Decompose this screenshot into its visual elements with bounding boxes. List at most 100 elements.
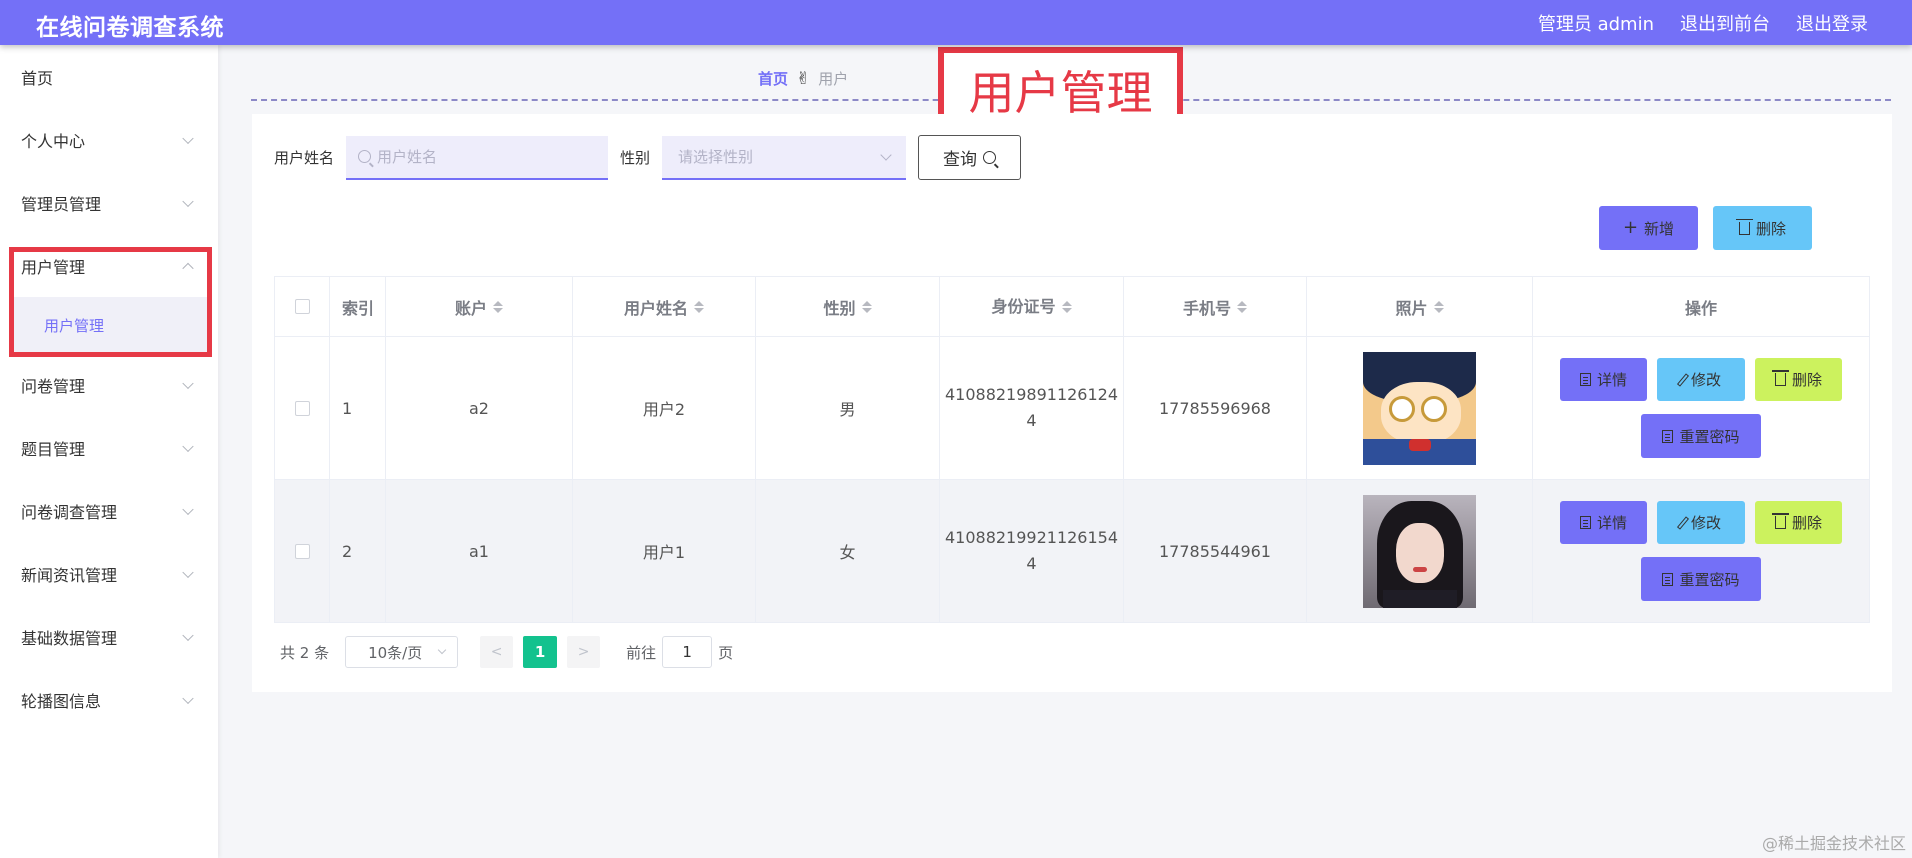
document-icon [1579,516,1591,529]
name-search-input[interactable]: 用户姓名 [346,135,609,180]
header-select-all [274,277,330,336]
cell-index: 2 [330,480,386,622]
submenu-item-user-management[interactable]: 用户管理 [10,297,208,353]
admin-user-label: 管理员 admin [1537,14,1654,35]
cell-gender: 男 [756,337,940,479]
chevron-down-icon [182,440,194,452]
hand-icon: ✌ [796,68,811,89]
back-to-front-link[interactable]: 退出到前台 [1680,10,1770,36]
sort-icon[interactable] [1433,300,1444,313]
reset-password-button[interactable]: 重置密码 [1641,414,1761,458]
cell-account: a1 [386,480,573,622]
row-checkbox[interactable] [294,543,310,559]
id-number-line: 41088219891126124 [944,385,1119,404]
header-phone-label: 手机号 [1182,298,1231,318]
delete-button[interactable]: 删除 [1755,501,1842,544]
header-phone[interactable]: 手机号 [1124,277,1307,336]
sort-icon[interactable] [861,300,872,313]
chevron-right-icon: > [577,644,590,660]
header-photo-label: 照片 [1395,298,1428,318]
sidebar-item-base-data-management[interactable]: 基础数据管理 [0,605,218,668]
gender-select[interactable]: 请选择性别 [662,135,907,180]
header-photo[interactable]: 照片 [1307,277,1533,336]
add-button[interactable]: + 新增 [1599,206,1698,250]
detail-button[interactable]: 详情 [1560,358,1647,401]
main-panel: 用户姓名 用户姓名 性别 请选择性别 查询 + 新增 删除 索引 账户 用户姓名… [252,114,1892,692]
edit-button[interactable]: 修改 [1657,501,1745,544]
detail-button-label: 详情 [1596,514,1627,532]
add-button-label: 新增 [1644,219,1675,238]
search-bar: 用户姓名 用户姓名 性别 请选择性别 查询 [274,135,1022,180]
header-account[interactable]: 账户 [386,277,573,336]
sidebar-item-questionnaire-management[interactable]: 问卷管理 [0,353,218,416]
app-title: 在线问卷调查系统 [36,15,224,41]
pen-icon [1676,372,1690,387]
batch-delete-button[interactable]: 删除 [1713,206,1812,250]
header-username[interactable]: 用户姓名 [573,277,756,336]
table-row: 2 a1 用户1 女 41088219921126154 4 1778554496… [274,480,1870,623]
sidebar-item-label: 用户管理 [21,257,86,277]
total-count: 共 2 条 [280,643,330,662]
cell-actions: 详情 修改 删除 重置密码 [1533,337,1870,479]
sidebar-item-label: 个人中心 [21,131,86,151]
id-number-line: 41088219921126154 [944,528,1119,547]
edit-button[interactable]: 修改 [1657,358,1745,401]
page-size-select[interactable]: 10条/页 [345,636,459,668]
sidebar-item-carousel[interactable]: 轮播图信息 [0,668,218,731]
gender-select-placeholder: 请选择性别 [678,148,754,166]
chevron-down-icon [182,566,194,578]
detail-button-label: 详情 [1596,371,1627,389]
sidebar-item-label: 轮播图信息 [21,691,102,711]
cell-photo [1307,337,1533,479]
goto-page-input[interactable]: 1 [662,636,713,668]
sort-icon[interactable] [1061,300,1072,313]
query-button[interactable]: 查询 [918,135,1022,180]
sidebar-item-user-management[interactable]: 用户管理 [0,234,218,297]
conan-avatar [1363,351,1476,465]
sidebar-item-admin-management[interactable]: 管理员管理 [0,171,218,234]
cell-id-number: 41088219921126154 4 [940,480,1124,622]
sidebar-item-survey-management[interactable]: 问卷调查管理 [0,479,218,542]
header-gender-label: 性别 [823,298,856,318]
document-icon [1662,429,1674,443]
breadcrumb-home[interactable]: 首页 [758,68,788,89]
select-all-checkbox[interactable] [294,299,310,314]
header-actions: 操作 [1533,277,1870,336]
row-checkbox[interactable] [294,400,310,416]
page-number-current[interactable]: 1 [523,636,558,668]
sidebar-item-label: 新闻资讯管理 [21,565,118,585]
sort-icon[interactable] [694,300,704,313]
chevron-down-icon [182,377,194,389]
header-index: 索引 [330,277,386,336]
batch-delete-label: 删除 [1755,219,1786,238]
sidebar-item-personal-center[interactable]: 个人中心 [0,108,218,171]
reset-password-label: 重置密码 [1679,427,1740,446]
sidebar-item-label: 题目管理 [21,439,86,459]
delete-button[interactable]: 删除 [1755,358,1842,401]
sort-icon[interactable] [493,300,503,313]
sidebar-item-question-management[interactable]: 题目管理 [0,416,218,479]
chevron-down-icon [182,692,194,704]
top-right-links: 管理员 admin 退出到前台 退出登录 [1538,10,1868,36]
detail-button[interactable]: 详情 [1560,501,1647,544]
cell-index: 1 [330,337,386,479]
sidebar-item-label: 问卷调查管理 [21,502,118,522]
next-page-button[interactable]: > [567,636,601,668]
reset-password-button[interactable]: 重置密码 [1641,557,1761,601]
goto-label: 前往 [626,643,657,662]
edit-button-label: 修改 [1690,371,1721,389]
prev-page-button[interactable]: < [480,636,514,668]
trash-icon [1771,370,1789,386]
page-suffix: 页 [718,643,734,662]
cell-username: 用户2 [573,337,756,479]
header-id-number[interactable]: 身份证号 [940,277,1124,336]
sidebar-item-home[interactable]: 首页 [0,45,218,108]
document-icon [1662,572,1674,586]
chevron-down-icon [182,195,194,207]
sort-icon[interactable] [1237,300,1247,313]
header-gender[interactable]: 性别 [756,277,940,336]
search-icon [983,151,997,164]
row-select [274,337,330,479]
logout-link[interactable]: 退出登录 [1796,10,1868,36]
sidebar-item-news-management[interactable]: 新闻资讯管理 [0,542,218,605]
